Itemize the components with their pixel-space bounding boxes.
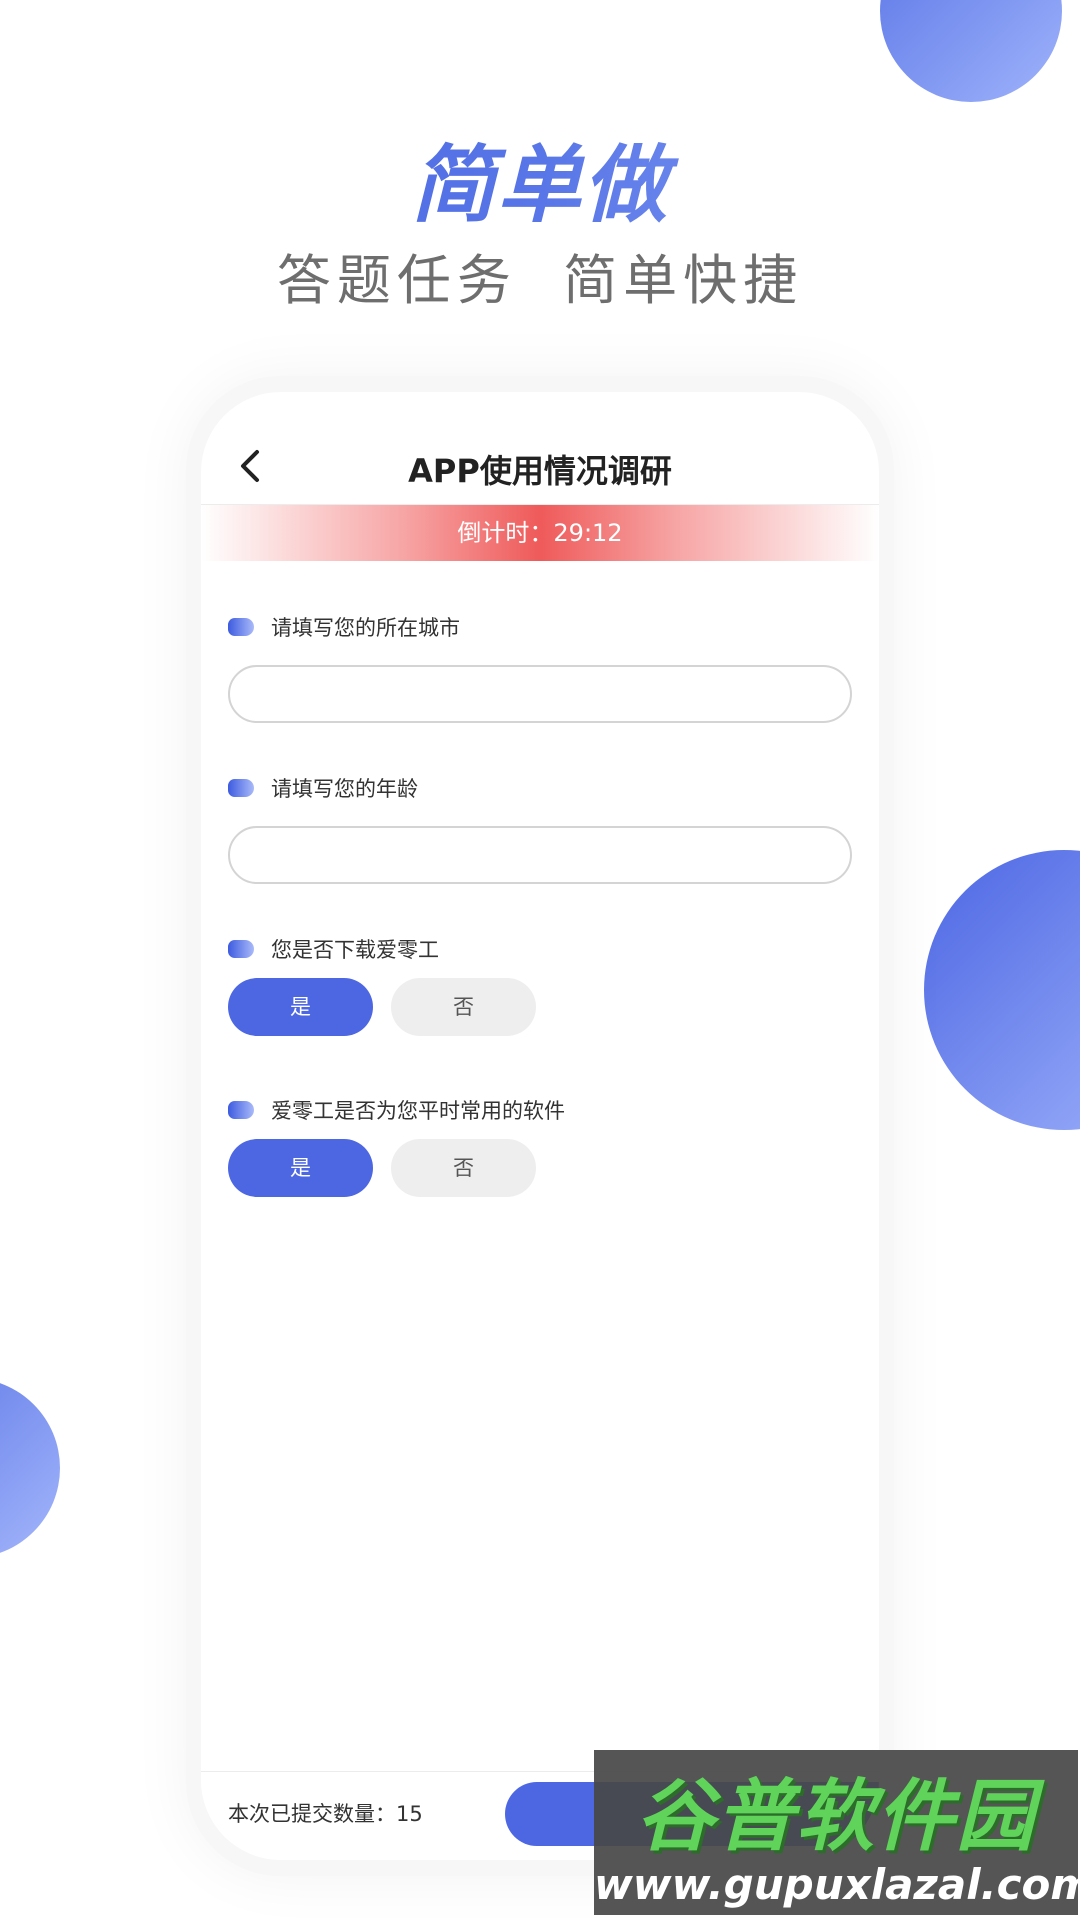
question-age: 请填写您的年龄 — [228, 771, 852, 884]
question-downloaded: 您是否下载爱零工 是 否 — [228, 932, 852, 1036]
watermark-url: www.gupuxlazal.com — [594, 1860, 1078, 1909]
app-promo-screen: 简单做 答题任务 简单快捷 APP使用情况调研 倒计时：29:12 请填写您的所… — [0, 0, 1080, 1920]
bullet-icon — [228, 618, 254, 636]
countdown-timer: 倒计时：29:12 — [201, 505, 879, 561]
no-button[interactable]: 否 — [391, 978, 536, 1036]
question-label: 您是否下载爱零工 — [271, 938, 439, 962]
question-label-row: 请填写您的所在城市 — [228, 610, 852, 646]
question-city: 请填写您的所在城市 — [228, 610, 852, 723]
question-label: 爱零工是否为您平时常用的软件 — [271, 1099, 565, 1123]
yes-button[interactable]: 是 — [228, 978, 373, 1036]
question-label-row: 爱零工是否为您平时常用的软件 — [228, 1093, 852, 1129]
decor-circle-bottom-left — [0, 1378, 60, 1558]
question-frequent-use: 爱零工是否为您平时常用的软件 是 否 — [228, 1093, 852, 1197]
question-label: 请填写您的所在城市 — [271, 616, 460, 640]
submit-count: 本次已提交数量：15 — [228, 1802, 423, 1826]
city-input[interactable] — [228, 665, 852, 723]
bullet-icon — [228, 1101, 254, 1119]
decor-circle-top-right — [880, 0, 1062, 102]
phone-screen: APP使用情况调研 倒计时：29:12 请填写您的所在城市 请填写您的年龄 您是… — [201, 392, 879, 1860]
question-label: 请填写您的年龄 — [271, 777, 418, 801]
bullet-icon — [228, 940, 254, 958]
page-title: APP使用情况调研 — [408, 452, 672, 490]
hero-subtitle: 答题任务 简单快捷 — [276, 249, 804, 312]
bullet-icon — [228, 779, 254, 797]
hero-title: 简单做 — [0, 118, 1080, 239]
question-label-row: 请填写您的年龄 — [228, 771, 852, 807]
yes-button[interactable]: 是 — [228, 1139, 373, 1197]
decor-circle-mid-right — [924, 850, 1080, 1130]
question-label-row: 您是否下载爱零工 — [228, 932, 852, 968]
nav-bar: APP使用情况调研 — [201, 392, 879, 505]
watermark-logo: 谷普软件园 — [635, 1772, 1036, 1862]
watermark: 谷普软件园 www.gupuxlazal.com — [594, 1750, 1078, 1915]
no-button[interactable]: 否 — [391, 1139, 536, 1197]
age-input[interactable] — [228, 826, 852, 884]
